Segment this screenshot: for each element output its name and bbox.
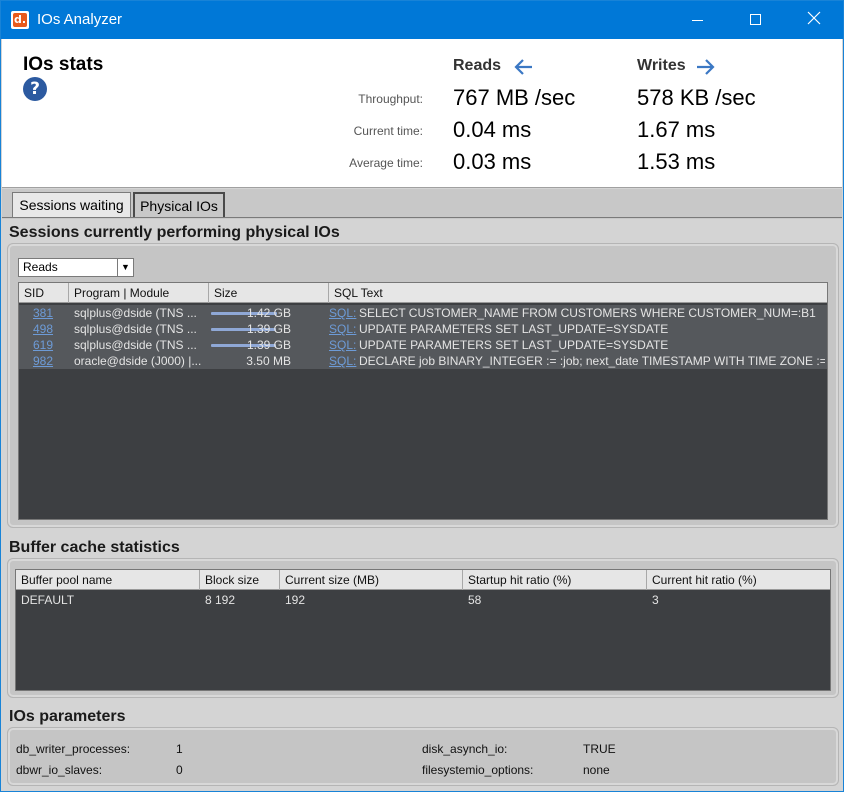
program-module-cell: oracle@dside (J000) |... <box>74 354 202 368</box>
maximize-button[interactable] <box>727 1 785 39</box>
buffer-table: Buffer pool name Block size Current size… <box>15 569 831 691</box>
average-time-label: Average time: <box>349 156 423 170</box>
param-name-db-writer-processes: db_writer_processes: <box>16 742 131 756</box>
tab-divider <box>2 217 842 218</box>
close-icon <box>807 11 821 25</box>
table-row[interactable]: 982 oracle@dside (J000) |... 3.50 MB SQL: DE… <box>19 353 827 369</box>
average-time-writes: 1.53 ms <box>637 149 716 174</box>
sid-link[interactable]: 381 <box>33 305 67 321</box>
stats-title: IOs stats <box>23 54 104 75</box>
block-size-cell: 8 192 <box>205 593 236 607</box>
help-icon[interactable]: ? <box>23 77 47 101</box>
buffer-pool-name-cell: DEFAULT <box>21 593 75 607</box>
reads-label: Reads <box>453 57 502 74</box>
table-row[interactable]: 619 sqlplus@dside (TNS ... 1.39 GB SQL: UPDA… <box>19 337 827 353</box>
startup-hit-ratio-cell: 58 <box>468 593 482 607</box>
program-module-cell: sqlplus@dside (TNS ... <box>74 338 197 352</box>
writes-label: Writes <box>637 57 686 74</box>
param-value-dbwr-io-slaves: 0 <box>176 763 183 777</box>
title-bar[interactable]: d. IOs Analyzer <box>1 1 843 39</box>
throughput-reads: 767 MB /sec <box>453 85 576 110</box>
sid-link[interactable]: 619 <box>33 337 67 353</box>
reads-header: Reads <box>453 57 532 75</box>
current-time-writes: 1.67 ms <box>637 117 716 142</box>
buffer-section-title: Buffer cache statistics <box>9 539 180 556</box>
tab-sessions-waiting[interactable]: Sessions waiting <box>12 192 131 218</box>
sid-link[interactable]: 498 <box>33 321 67 337</box>
sql-text-cell: SELECT CUSTOMER_NAME FROM CUSTOMERS WHER… <box>359 306 816 320</box>
writes-header: Writes <box>637 57 715 75</box>
sql-link[interactable]: SQL: <box>329 321 357 337</box>
param-name-filesystemio-options: filesystemio_options: <box>422 763 534 777</box>
table-row[interactable]: 381 sqlplus@dside (TNS ... 1.42 GB SQL: SELE… <box>19 305 827 321</box>
current-hit-ratio-cell: 3 <box>652 593 659 607</box>
io-type-select[interactable]: Reads ▼ <box>18 258 134 277</box>
col-sql-text[interactable]: SQL Text <box>329 283 827 303</box>
program-module-cell: sqlplus@dside (TNS ... <box>74 306 197 320</box>
app-logo-icon: d. <box>11 11 29 29</box>
io-type-select-value: Reads <box>23 260 58 274</box>
param-value-disk-asynch-io: TRUE <box>583 742 616 756</box>
sessions-section-title: Sessions currently performing physical I… <box>9 224 340 241</box>
table-row[interactable]: DEFAULT 8 192 192 58 3 <box>16 592 830 608</box>
sessions-table-header: SID Program | Module Size SQL Text <box>19 283 827 303</box>
param-value-db-writer-processes: 1 <box>176 742 183 756</box>
window-title: IOs Analyzer <box>37 11 123 28</box>
size-cell: 3.50 MB <box>246 354 291 368</box>
col-block-size[interactable]: Block size <box>200 570 280 590</box>
arrow-left-icon <box>514 59 532 75</box>
param-name-disk-asynch-io: disk_asynch_io: <box>422 742 508 756</box>
throughput-label: Throughput: <box>358 92 423 106</box>
size-cell: 1.39 GB <box>246 322 291 336</box>
col-sid[interactable]: SID <box>19 283 69 303</box>
maximize-icon <box>750 14 761 25</box>
sql-link[interactable]: SQL: <box>329 305 357 321</box>
params-section-title: IOs parameters <box>9 708 126 725</box>
params-panel <box>7 727 839 786</box>
size-cell: 1.42 GB <box>246 306 291 320</box>
close-button[interactable] <box>785 1 843 39</box>
sid-link[interactable]: 982 <box>33 353 67 369</box>
minimize-icon <box>692 20 703 21</box>
sql-text-cell: UPDATE PARAMETERS SET LAST_UPDATE=SYSDAT… <box>359 322 669 336</box>
col-startup-hit-ratio[interactable]: Startup hit ratio (%) <box>463 570 647 590</box>
param-value-filesystemio-options: none <box>583 763 610 777</box>
col-program-module[interactable]: Program | Module <box>69 283 209 303</box>
minimize-button[interactable] <box>669 1 727 39</box>
buffer-table-header: Buffer pool name Block size Current size… <box>16 570 830 590</box>
ios-stats-panel: IOs stats ? Reads Writes Throughput: 767… <box>2 39 842 188</box>
arrow-right-icon <box>697 59 715 75</box>
col-current-hit-ratio[interactable]: Current hit ratio (%) <box>647 570 830 590</box>
current-size-cell: 192 <box>285 593 306 607</box>
col-buffer-pool-name[interactable]: Buffer pool name <box>16 570 200 590</box>
size-cell: 1.39 GB <box>246 338 291 352</box>
current-time-label: Current time: <box>353 124 423 138</box>
tab-physical-ios[interactable]: Physical IOs <box>133 192 225 218</box>
chevron-down-icon: ▼ <box>117 259 133 276</box>
tab-bar: Sessions waiting Physical IOs <box>2 189 842 219</box>
app-window: d. IOs Analyzer IOs stats ? Reads Writes… <box>0 0 844 792</box>
sql-text-cell: DECLARE job BINARY_INTEGER := :job; next… <box>359 354 825 368</box>
col-size[interactable]: Size <box>209 283 329 303</box>
param-name-dbwr-io-slaves: dbwr_io_slaves: <box>16 763 103 777</box>
col-current-size[interactable]: Current size (MB) <box>280 570 463 590</box>
sql-link[interactable]: SQL: <box>329 353 357 369</box>
average-time-reads: 0.03 ms <box>453 149 532 174</box>
sql-text-cell: UPDATE PARAMETERS SET LAST_UPDATE=SYSDAT… <box>359 338 669 352</box>
table-row[interactable]: 498 sqlplus@dside (TNS ... 1.39 GB SQL: UPDA… <box>19 321 827 337</box>
program-module-cell: sqlplus@dside (TNS ... <box>74 322 197 336</box>
throughput-writes: 578 KB /sec <box>637 85 756 110</box>
sessions-table: SID Program | Module Size SQL Text 381 sq… <box>18 282 828 520</box>
sql-link[interactable]: SQL: <box>329 337 357 353</box>
current-time-reads: 0.04 ms <box>453 117 532 142</box>
